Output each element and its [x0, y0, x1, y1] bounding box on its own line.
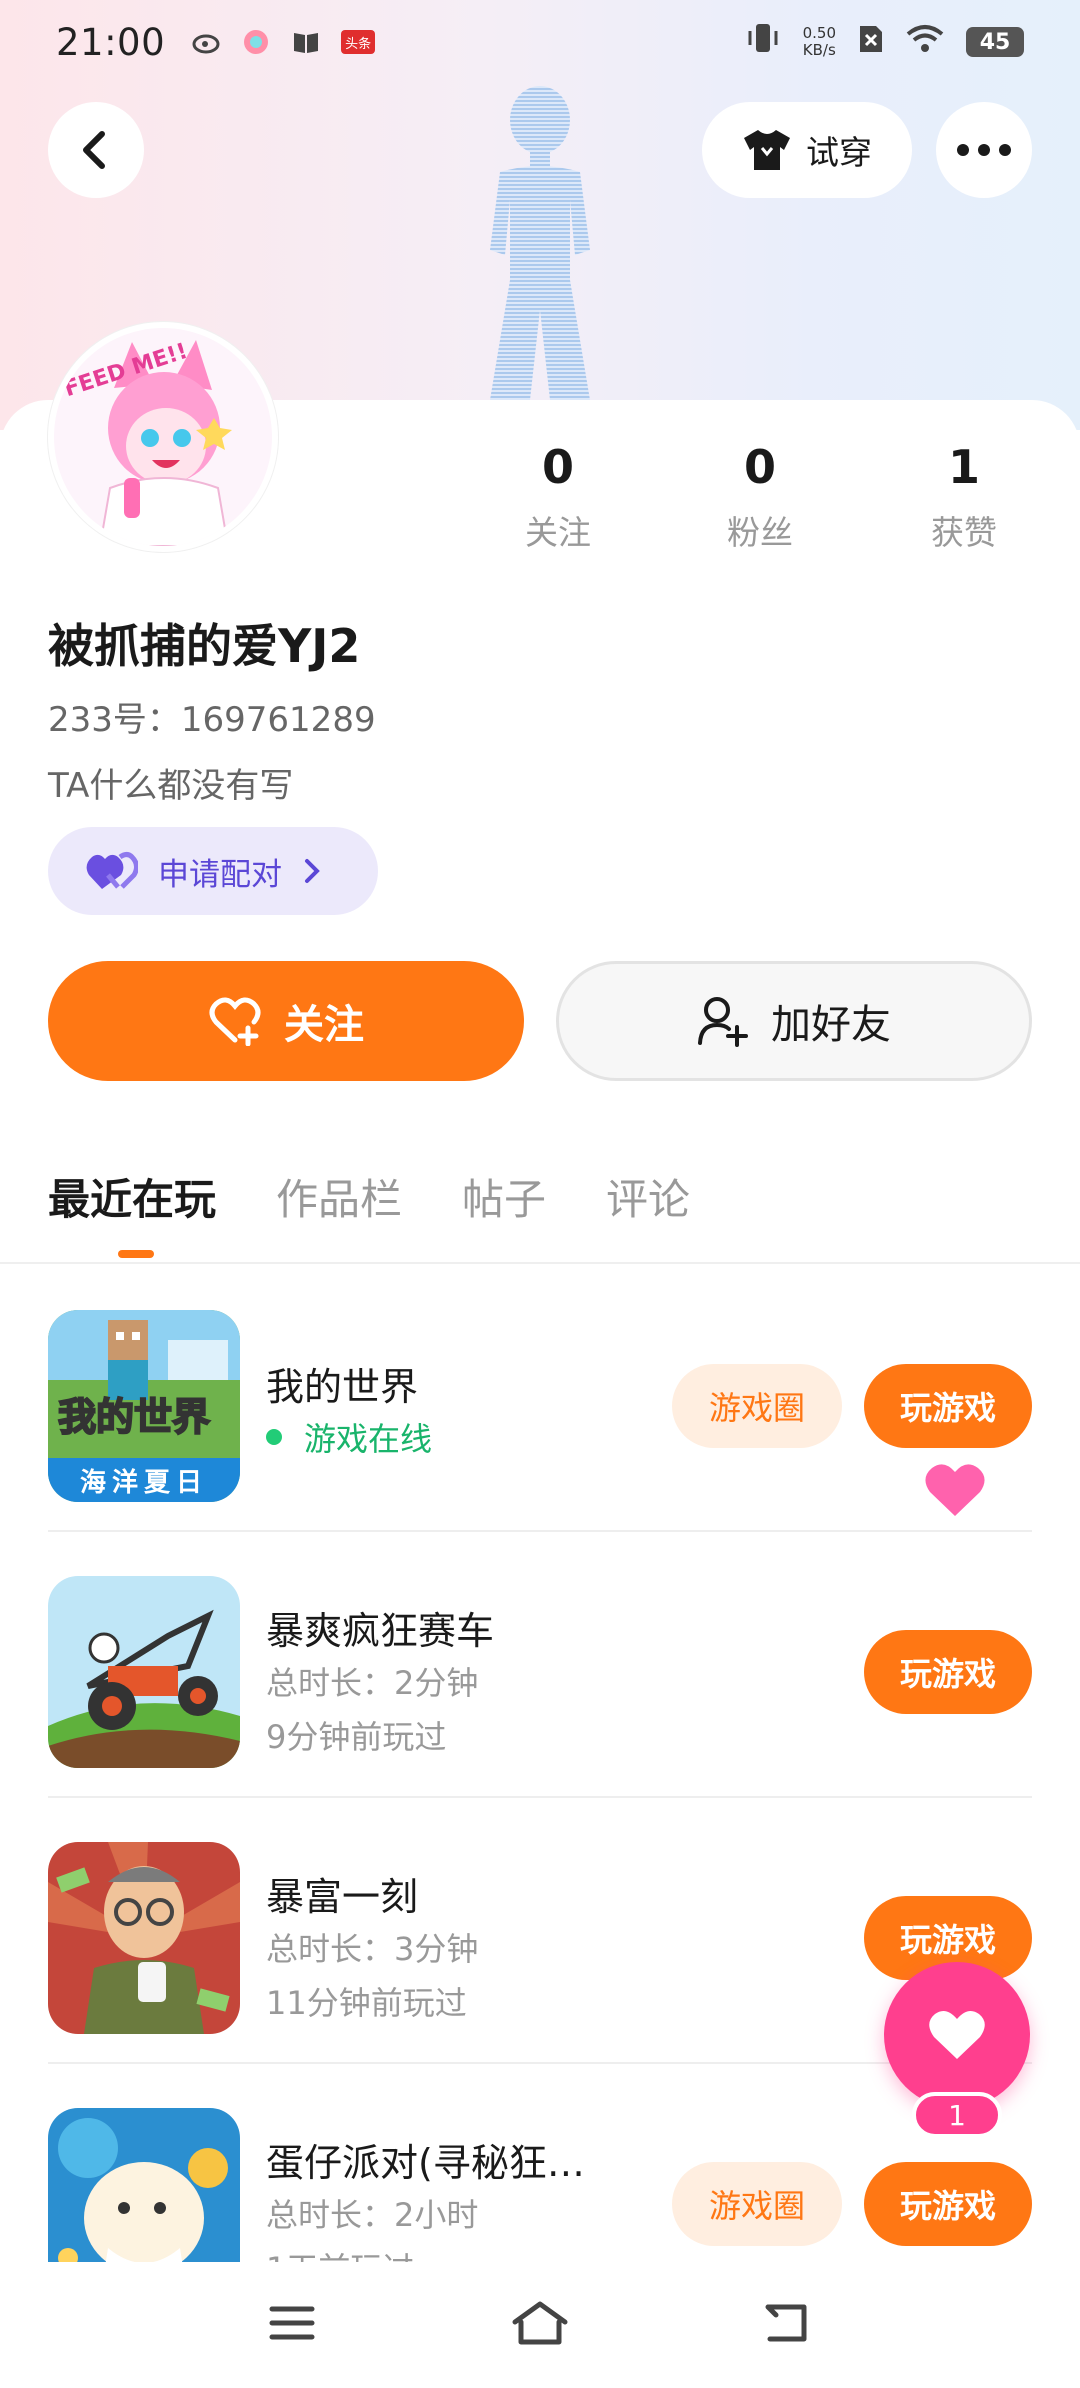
try-on-button[interactable]: 试穿	[702, 102, 912, 198]
tab-works[interactable]: 作品栏	[276, 1166, 402, 1227]
book-icon	[291, 27, 321, 57]
heart-icon	[929, 2010, 985, 2059]
fortune-game-icon	[48, 1842, 240, 2034]
game-name: 蛋仔派对(寻秘狂…	[266, 2141, 585, 2185]
system-navigation-bar	[0, 2262, 1080, 2388]
stat-likes-value: 1	[947, 440, 980, 494]
home-nav-button[interactable]	[511, 2300, 569, 2350]
profile-bio: TA什么都没有写	[48, 766, 294, 806]
racing-game-icon	[48, 1576, 240, 1768]
profile-tabs: 最近在玩 作品栏 帖子 评论	[48, 1166, 690, 1227]
chevron-right-icon	[305, 859, 320, 883]
home-icon	[512, 2301, 568, 2345]
no-sim-icon	[858, 22, 884, 63]
online-status-text: 游戏在线	[304, 1420, 433, 1458]
follow-label: 关注	[284, 1002, 364, 1048]
more-button[interactable]	[936, 102, 1032, 198]
tabs-divider	[0, 1262, 1080, 1264]
wifi-icon	[906, 22, 944, 63]
game-name: 我的世界	[266, 1365, 419, 1409]
stat-likes[interactable]: 1 获赞	[884, 440, 1044, 554]
minecraft-icon-banner: 海洋夏日	[79, 1468, 208, 1498]
more-dots-icon	[957, 144, 1011, 156]
stat-fans-label: 粉丝	[727, 513, 793, 552]
game-row-minecraft[interactable]: 我的世界 海洋夏日 我的世界 游戏在线 游戏圈 玩游戏	[48, 1266, 1032, 1532]
back-button[interactable]	[48, 102, 144, 198]
active-tab-indicator	[118, 1250, 154, 1258]
game-row-eggy-party[interactable]: 蛋仔派对(寻秘狂… 总时长：2小时 1天前玩过 游戏圈 玩游戏	[48, 2064, 1032, 2262]
minecraft-icon-title: 我的世界	[57, 1394, 211, 1440]
avatar-hologram-figure	[490, 86, 590, 400]
status-time: 21:00	[56, 20, 166, 64]
game-circle-button[interactable]: 游戏圈	[672, 1364, 842, 1448]
game-online-status: 游戏在线	[266, 1414, 432, 1460]
play-game-button[interactable]: 玩游戏	[864, 1364, 1032, 1448]
status-bar: 21:00 头条 0.50 KB/s 45	[0, 0, 1080, 84]
profile-name: 被抓捕的爱YJ2	[48, 619, 361, 673]
game-duration: 总时长：2小时	[266, 2196, 479, 2234]
online-dot-icon	[266, 1429, 282, 1445]
net-speed-value: 0.50	[802, 24, 836, 42]
like-count-badge: 1	[912, 2092, 1002, 2138]
game-name: 暴富一刻	[266, 1875, 419, 1919]
weibo-icon	[191, 27, 221, 57]
pink-heart-icon	[925, 1464, 985, 1516]
stat-fans-value: 0	[743, 440, 776, 494]
back-arrow-icon	[83, 131, 105, 169]
status-right-icons: 0.50 KB/s 45	[745, 21, 1024, 64]
stat-likes-label: 获赞	[931, 513, 997, 552]
follow-button[interactable]: 关注	[48, 961, 524, 1081]
tab-comments[interactable]: 评论	[606, 1166, 690, 1227]
play-game-button[interactable]: 玩游戏	[864, 2162, 1032, 2246]
back-nav-icon	[765, 2304, 807, 2342]
play-game-button[interactable]: 玩游戏	[864, 1630, 1032, 1714]
stat-fans[interactable]: 0 粉丝	[680, 440, 840, 554]
game-name: 暴爽疯狂赛车	[266, 1609, 495, 1653]
try-on-label: 试穿	[806, 133, 872, 172]
profile-uid: 233号：169761289	[48, 700, 376, 740]
game-row-racing[interactable]: 暴爽疯狂赛车 总时长：2分钟 9分钟前玩过 玩游戏	[48, 1532, 1032, 1798]
minecraft-game-icon: 我的世界 海洋夏日	[48, 1310, 240, 1502]
status-notification-icons: 头条	[191, 27, 376, 57]
floating-like-button[interactable]	[884, 1962, 1030, 2108]
eggy-party-game-icon	[48, 2108, 240, 2262]
menu-nav-button[interactable]	[268, 2303, 316, 2347]
game-duration: 总时长：2分钟	[266, 1664, 479, 1702]
net-speed-unit: KB/s	[802, 41, 836, 59]
vibrate-icon	[745, 21, 781, 64]
game-duration: 总时长：3分钟	[266, 1930, 479, 1968]
game-last-played: 1天前玩过	[266, 2244, 414, 2262]
tab-posts[interactable]: 帖子	[462, 1166, 546, 1227]
app-icon	[241, 27, 271, 57]
heart-plus-icon	[209, 997, 261, 1046]
add-friend-label: 加好友	[771, 1002, 891, 1048]
battery-indicator: 45	[966, 27, 1024, 57]
add-friend-button[interactable]: 加好友	[556, 961, 1032, 1081]
add-user-icon	[698, 997, 748, 1047]
stat-following-label: 关注	[525, 513, 591, 552]
back-nav-button[interactable]	[764, 2301, 812, 2349]
game-circle-button[interactable]: 游戏圈	[672, 2162, 842, 2246]
stat-following-value: 0	[541, 440, 574, 494]
network-speed: 0.50 KB/s	[803, 25, 836, 59]
tab-recently-played[interactable]: 最近在玩	[48, 1166, 216, 1227]
toutiao-badge: 头条	[341, 30, 376, 54]
profile-avatar[interactable]: FEED ME!!	[48, 322, 278, 552]
apply-pair-label: 申请配对	[158, 856, 282, 893]
stat-following[interactable]: 0 关注	[478, 440, 638, 554]
tshirt-icon	[744, 130, 790, 170]
game-last-played: 9分钟前玩过	[266, 1718, 447, 1756]
menu-icon	[269, 2306, 315, 2340]
apply-pair-button[interactable]: 申请配对	[48, 827, 378, 915]
game-last-played: 11分钟前玩过	[266, 1984, 467, 2022]
double-heart-icon	[86, 852, 138, 889]
